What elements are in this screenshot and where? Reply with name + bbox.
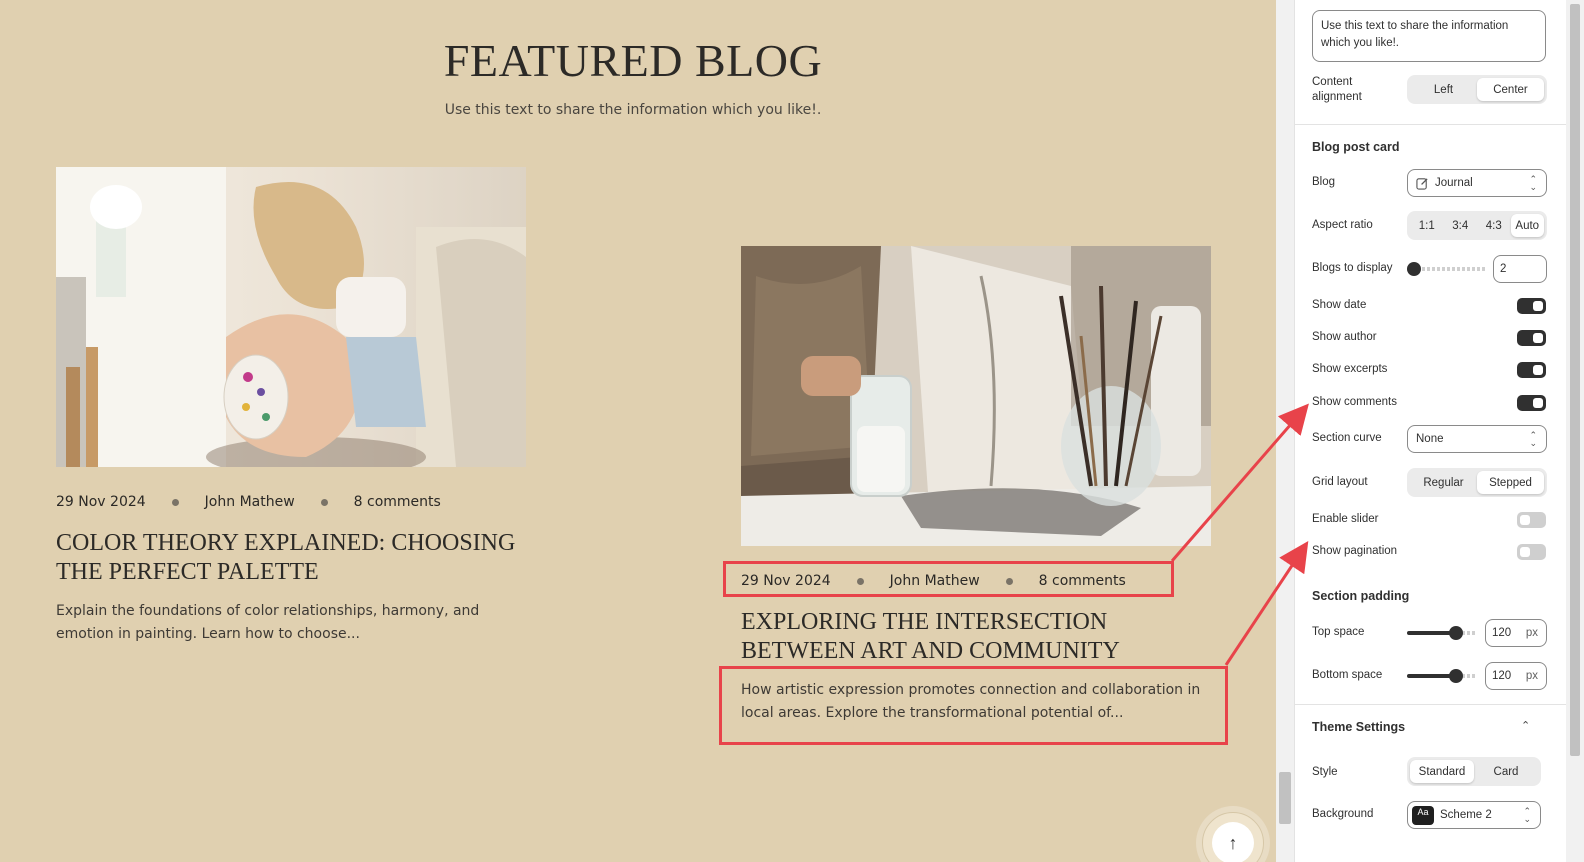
bottom-space-label: Bottom space (1312, 669, 1383, 681)
meta-separator (171, 498, 179, 506)
divider (1295, 124, 1567, 125)
top-space-track-rest[interactable] (1462, 631, 1477, 635)
annotation-meta-box (723, 561, 1174, 597)
post-date: 29 Nov 2024 (56, 494, 146, 510)
aspect-ratio-option[interactable]: Auto (1510, 214, 1544, 237)
chevron-up-down-icon: ⌃ ⌄ (1529, 430, 1537, 448)
bottom-space-handle[interactable] (1449, 669, 1463, 683)
background-value: Scheme 2 (1440, 809, 1492, 821)
post-comments[interactable]: 8 comments (354, 494, 441, 510)
aspect-ratio-label: Aspect ratio (1312, 219, 1373, 231)
style-label: Style (1312, 766, 1338, 778)
blog-select-value: Journal (1435, 177, 1473, 189)
enable-slider-label: Enable slider (1312, 513, 1379, 525)
arrow-up-icon: ↑ (1212, 822, 1254, 862)
panel-scrollbar[interactable] (1566, 0, 1584, 862)
show-comments-label: Show comments (1312, 396, 1398, 408)
bottom-space-track-rest[interactable] (1462, 674, 1477, 678)
bottom-space-input[interactable]: 120 px (1485, 662, 1547, 690)
alignment-option-left[interactable]: Left (1410, 78, 1477, 101)
chevron-up-down-icon: ⌃ ⌄ (1529, 174, 1537, 192)
theme-settings-heading[interactable]: Theme Settings (1312, 720, 1405, 734)
color-scheme-swatch: Aa (1412, 806, 1434, 825)
preview-scrollbar[interactable] (1276, 0, 1294, 862)
bottom-space-value: 120 (1492, 670, 1512, 682)
grid-option-regular[interactable]: Regular (1410, 471, 1477, 494)
top-space-unit: px (1525, 627, 1538, 639)
content-alignment-control: Left Center (1407, 75, 1547, 104)
meta-separator (320, 498, 328, 506)
show-excerpts-label: Show excerpts (1312, 363, 1388, 375)
top-space-value: 120 (1492, 627, 1512, 639)
aspect-ratio-option[interactable]: 4:3 (1477, 214, 1511, 237)
section-padding-heading: Section padding (1312, 589, 1410, 603)
scroll-to-top-button[interactable]: ↑ (1202, 812, 1264, 862)
post-image-art (741, 246, 1211, 546)
blog-card[interactable]: 29 Nov 2024 John Mathew 8 comments COLOR… (56, 167, 526, 646)
post-title[interactable]: COLOR THEORY EXPLAINED: CHOOSING THE PER… (56, 529, 526, 587)
blog-select[interactable]: Journal ⌃ ⌄ (1407, 169, 1547, 197)
background-select[interactable]: Aa Scheme 2 ⌃ ⌄ (1407, 801, 1541, 829)
settings-panel: Use this text to share the information w… (1294, 0, 1567, 862)
show-excerpts-toggle[interactable] (1517, 362, 1546, 378)
grid-layout-control: Regular Stepped (1407, 468, 1547, 497)
aspect-ratio-option[interactable]: 3:4 (1444, 214, 1478, 237)
grid-layout-label: Grid layout (1312, 476, 1368, 488)
style-control: Standard Card (1407, 757, 1541, 786)
style-option-standard[interactable]: Standard (1410, 760, 1474, 783)
section-title: FEATURED BLOG (443, 35, 823, 86)
show-pagination-toggle[interactable] (1517, 544, 1546, 560)
panel-scrollbar-thumb[interactable] (1570, 4, 1580, 756)
blog-card[interactable]: 29 Nov 2024 John Mathew 8 comments EXPLO… (741, 246, 1211, 725)
post-excerpt: Explain the foundations of color relatio… (56, 603, 480, 642)
section-curve-label: Section curve (1312, 432, 1382, 444)
top-space-handle[interactable] (1449, 626, 1463, 640)
post-author: John Mathew (204, 494, 295, 510)
blogs-to-display-label: Blogs to display (1312, 262, 1393, 274)
blog-post-card-heading: Blog post card (1312, 140, 1400, 154)
show-pagination-label: Show pagination (1312, 545, 1398, 557)
style-option-card[interactable]: Card (1474, 760, 1538, 783)
section-subtitle: Use this text to share the information w… (444, 102, 822, 118)
section-text-field[interactable]: Use this text to share the information w… (1312, 10, 1546, 62)
chevron-up-icon[interactable]: ⌃ (1521, 719, 1530, 732)
blogs-to-display-value: 2 (1500, 263, 1507, 275)
alignment-option-center[interactable]: Center (1477, 78, 1544, 101)
aspect-ratio-control: 1:1 3:4 4:3 Auto (1407, 211, 1547, 240)
content-alignment-label: Content alignment (1312, 76, 1362, 103)
post-image[interactable] (56, 167, 526, 467)
grid-option-stepped[interactable]: Stepped (1477, 471, 1544, 494)
show-comments-toggle[interactable] (1517, 395, 1546, 411)
show-author-label: Show author (1312, 331, 1377, 343)
chevron-up-down-icon: ⌃ ⌄ (1523, 806, 1531, 824)
top-space-input[interactable]: 120 px (1485, 619, 1547, 647)
post-meta: 29 Nov 2024 John Mathew 8 comments (56, 491, 526, 513)
blogs-range-handle[interactable] (1407, 262, 1421, 276)
section-curve-value: None (1416, 433, 1444, 445)
divider (1295, 704, 1567, 705)
aspect-ratio-option[interactable]: 1:1 (1410, 214, 1444, 237)
background-label: Background (1312, 808, 1374, 820)
bottom-space-unit: px (1525, 670, 1538, 682)
section-curve-select[interactable]: None ⌃ ⌄ (1407, 425, 1547, 453)
post-image[interactable] (741, 246, 1211, 546)
show-author-toggle[interactable] (1517, 330, 1546, 346)
top-space-label: Top space (1312, 626, 1365, 638)
post-image-art (56, 167, 526, 467)
enable-slider-toggle[interactable] (1517, 512, 1546, 528)
post-title[interactable]: EXPLORING THE INTERSECTION BETWEEN ART A… (741, 608, 1211, 666)
annotation-excerpt-box (719, 666, 1228, 745)
blogs-to-display-input[interactable]: 2 (1493, 255, 1547, 283)
show-date-toggle[interactable] (1517, 298, 1546, 314)
preview-scrollbar-thumb[interactable] (1279, 772, 1291, 824)
blog-label: Blog (1312, 176, 1336, 188)
show-date-label: Show date (1312, 299, 1367, 311)
edit-icon (1416, 177, 1428, 190)
